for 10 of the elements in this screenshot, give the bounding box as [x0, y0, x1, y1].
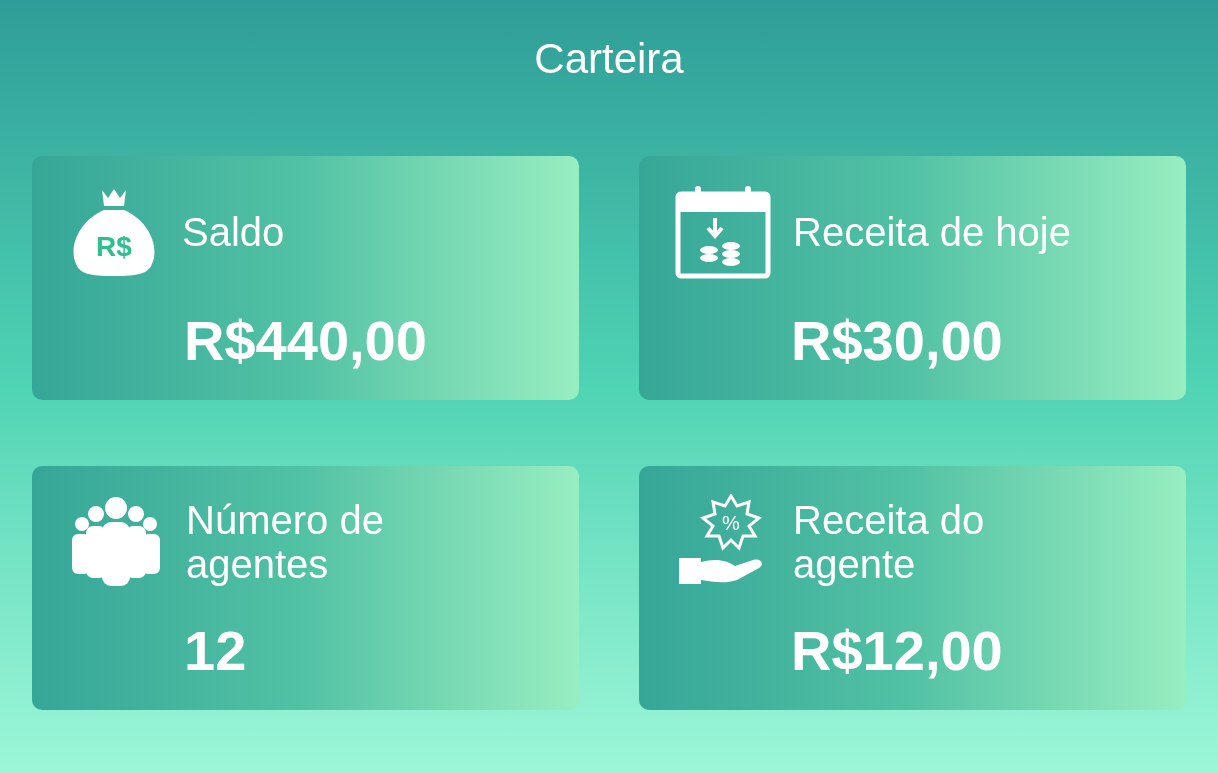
card-label: Receita do agente [793, 498, 986, 586]
card-value: R$12,00 [791, 623, 1003, 679]
card-label: Receita de hoje [793, 210, 1071, 254]
card-value: 12 [184, 623, 247, 679]
calendar-icon [675, 184, 771, 280]
page-title: Carteira [534, 38, 684, 80]
card-label: Número de agentes [186, 498, 385, 586]
card-value: R$440,00 [184, 313, 427, 369]
card-label: Saldo [182, 210, 285, 254]
card-value: R$30,00 [791, 313, 1003, 369]
